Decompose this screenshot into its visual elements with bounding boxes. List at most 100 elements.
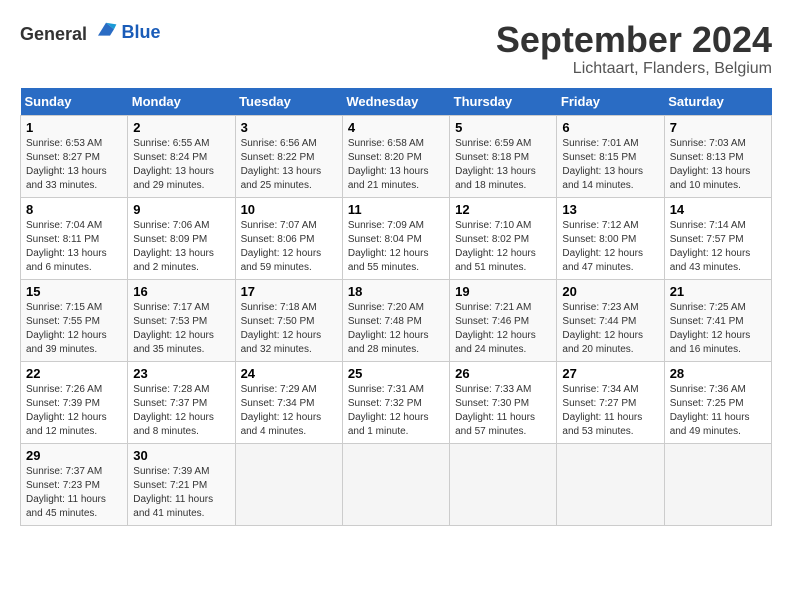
calendar-cell: 10Sunrise: 7:07 AM Sunset: 8:06 PM Dayli… (235, 197, 342, 279)
calendar-title: September 2024 (496, 20, 772, 60)
day-number: 17 (241, 284, 337, 299)
calendar-cell: 24Sunrise: 7:29 AM Sunset: 7:34 PM Dayli… (235, 361, 342, 443)
day-info: Sunrise: 7:25 AM Sunset: 7:41 PM Dayligh… (670, 301, 766, 357)
day-info: Sunrise: 7:03 AM Sunset: 8:13 PM Dayligh… (670, 137, 766, 193)
day-info: Sunrise: 6:59 AM Sunset: 8:18 PM Dayligh… (455, 137, 551, 193)
weekday-header-thursday: Thursday (450, 88, 557, 116)
day-info: Sunrise: 7:21 AM Sunset: 7:46 PM Dayligh… (455, 301, 551, 357)
day-info: Sunrise: 6:56 AM Sunset: 8:22 PM Dayligh… (241, 137, 337, 193)
calendar-cell: 21 Sunrise: 7:25 AM Sunset: 7:41 PM Dayli… (664, 279, 771, 361)
calendar-cell: 30 Sunrise: 7:39 AM Sunset: 7:21 PM Dayli… (128, 443, 235, 525)
logo: General Blue (20, 20, 161, 45)
calendar-cell: 17 Sunrise: 7:18 AM Sunset: 7:50 PM Dayli… (235, 279, 342, 361)
calendar-cell: 6Sunrise: 7:01 AM Sunset: 8:15 PM Daylig… (557, 115, 664, 197)
day-info: Sunrise: 7:23 AM Sunset: 7:44 PM Dayligh… (562, 301, 658, 357)
day-info: Sunrise: 7:04 AM Sunset: 8:11 PM Dayligh… (26, 219, 122, 275)
calendar-cell: 8 Sunrise: 7:04 AM Sunset: 8:11 PM Daylig… (21, 197, 128, 279)
day-number: 16 (133, 284, 229, 299)
day-info: Sunrise: 7:28 AM Sunset: 7:37 PM Dayligh… (133, 383, 229, 439)
day-info: Sunrise: 7:34 AM Sunset: 7:27 PM Dayligh… (562, 383, 658, 439)
day-number: 23 (133, 366, 229, 381)
calendar-subtitle: Lichtaart, Flanders, Belgium (496, 60, 772, 78)
day-number: 13 (562, 202, 658, 217)
day-info: Sunrise: 7:06 AM Sunset: 8:09 PM Dayligh… (133, 219, 229, 275)
day-info: Sunrise: 7:39 AM Sunset: 7:21 PM Dayligh… (133, 465, 229, 521)
day-number: 15 (26, 284, 122, 299)
day-number: 28 (670, 366, 766, 381)
weekday-header-sunday: Sunday (21, 88, 128, 116)
day-number: 18 (348, 284, 444, 299)
day-number: 6 (562, 120, 658, 135)
day-info: Sunrise: 7:14 AM Sunset: 7:57 PM Dayligh… (670, 219, 766, 275)
day-number: 21 (670, 284, 766, 299)
day-info: Sunrise: 6:58 AM Sunset: 8:20 PM Dayligh… (348, 137, 444, 193)
day-info: Sunrise: 7:26 AM Sunset: 7:39 PM Dayligh… (26, 383, 122, 439)
calendar-cell (664, 443, 771, 525)
calendar-cell: 1Sunrise: 6:53 AM Sunset: 8:27 PM Daylig… (21, 115, 128, 197)
calendar-cell: 22 Sunrise: 7:26 AM Sunset: 7:39 PM Dayli… (21, 361, 128, 443)
calendar-week-row: 1Sunrise: 6:53 AM Sunset: 8:27 PM Daylig… (21, 115, 772, 197)
calendar-cell: 26Sunrise: 7:33 AM Sunset: 7:30 PM Dayli… (450, 361, 557, 443)
calendar-cell: 20 Sunrise: 7:23 AM Sunset: 7:44 PM Dayli… (557, 279, 664, 361)
calendar-cell: 3 Sunrise: 6:56 AM Sunset: 8:22 PM Daylig… (235, 115, 342, 197)
day-number: 19 (455, 284, 551, 299)
calendar-cell: 9Sunrise: 7:06 AM Sunset: 8:09 PM Daylig… (128, 197, 235, 279)
day-info: Sunrise: 7:20 AM Sunset: 7:48 PM Dayligh… (348, 301, 444, 357)
weekday-header-row: SundayMondayTuesdayWednesdayThursdayFrid… (21, 88, 772, 116)
header: General Blue September 2024 Lichtaart, F… (20, 20, 772, 78)
day-number: 30 (133, 448, 229, 463)
calendar-week-row: 22 Sunrise: 7:26 AM Sunset: 7:39 PM Dayli… (21, 361, 772, 443)
logo-blue: Blue (122, 22, 161, 42)
calendar-cell: 13 Sunrise: 7:12 AM Sunset: 8:00 PM Dayli… (557, 197, 664, 279)
day-info: Sunrise: 7:31 AM Sunset: 7:32 PM Dayligh… (348, 383, 444, 439)
calendar-cell: 2Sunrise: 6:55 AM Sunset: 8:24 PM Daylig… (128, 115, 235, 197)
calendar-cell: 19 Sunrise: 7:21 AM Sunset: 7:46 PM Dayli… (450, 279, 557, 361)
day-info: Sunrise: 7:17 AM Sunset: 7:53 PM Dayligh… (133, 301, 229, 357)
calendar-cell: 18 Sunrise: 7:20 AM Sunset: 7:48 PM Dayli… (342, 279, 449, 361)
day-number: 7 (670, 120, 766, 135)
calendar-week-row: 29 Sunrise: 7:37 AM Sunset: 7:23 PM Dayli… (21, 443, 772, 525)
calendar-cell: 11 Sunrise: 7:09 AM Sunset: 8:04 PM Dayli… (342, 197, 449, 279)
day-number: 4 (348, 120, 444, 135)
weekday-header-saturday: Saturday (664, 88, 771, 116)
calendar-cell: 12 Sunrise: 7:10 AM Sunset: 8:02 PM Dayli… (450, 197, 557, 279)
calendar-cell: 5 Sunrise: 6:59 AM Sunset: 8:18 PM Daylig… (450, 115, 557, 197)
day-info: Sunrise: 7:37 AM Sunset: 7:23 PM Dayligh… (26, 465, 122, 521)
weekday-header-wednesday: Wednesday (342, 88, 449, 116)
day-number: 8 (26, 202, 122, 217)
calendar-cell: 28 Sunrise: 7:36 AM Sunset: 7:25 PM Dayli… (664, 361, 771, 443)
day-number: 25 (348, 366, 444, 381)
weekday-header-monday: Monday (128, 88, 235, 116)
day-info: Sunrise: 7:33 AM Sunset: 7:30 PM Dayligh… (455, 383, 551, 439)
day-info: Sunrise: 7:36 AM Sunset: 7:25 PM Dayligh… (670, 383, 766, 439)
calendar-cell: 14 Sunrise: 7:14 AM Sunset: 7:57 PM Dayli… (664, 197, 771, 279)
calendar-cell: 15 Sunrise: 7:15 AM Sunset: 7:55 PM Dayli… (21, 279, 128, 361)
day-number: 11 (348, 202, 444, 217)
day-number: 22 (26, 366, 122, 381)
calendar-cell: 23 Sunrise: 7:28 AM Sunset: 7:37 PM Dayli… (128, 361, 235, 443)
calendar-week-row: 8 Sunrise: 7:04 AM Sunset: 8:11 PM Daylig… (21, 197, 772, 279)
day-info: Sunrise: 7:18 AM Sunset: 7:50 PM Dayligh… (241, 301, 337, 357)
logo-bird-icon (94, 20, 118, 40)
day-number: 12 (455, 202, 551, 217)
day-info: Sunrise: 7:15 AM Sunset: 7:55 PM Dayligh… (26, 301, 122, 357)
day-number: 14 (670, 202, 766, 217)
day-number: 20 (562, 284, 658, 299)
day-number: 3 (241, 120, 337, 135)
day-info: Sunrise: 7:12 AM Sunset: 8:00 PM Dayligh… (562, 219, 658, 275)
day-info: Sunrise: 7:09 AM Sunset: 8:04 PM Dayligh… (348, 219, 444, 275)
calendar-cell (557, 443, 664, 525)
calendar-cell (342, 443, 449, 525)
calendar-week-row: 15 Sunrise: 7:15 AM Sunset: 7:55 PM Dayli… (21, 279, 772, 361)
day-number: 1 (26, 120, 122, 135)
calendar-cell: 25 Sunrise: 7:31 AM Sunset: 7:32 PM Dayli… (342, 361, 449, 443)
calendar-cell (450, 443, 557, 525)
weekday-header-tuesday: Tuesday (235, 88, 342, 116)
logo-general: General (20, 24, 87, 44)
calendar-cell: 7 Sunrise: 7:03 AM Sunset: 8:13 PM Daylig… (664, 115, 771, 197)
calendar-cell (235, 443, 342, 525)
day-info: Sunrise: 7:10 AM Sunset: 8:02 PM Dayligh… (455, 219, 551, 275)
day-number: 5 (455, 120, 551, 135)
day-number: 29 (26, 448, 122, 463)
calendar-table: SundayMondayTuesdayWednesdayThursdayFrid… (20, 88, 772, 526)
